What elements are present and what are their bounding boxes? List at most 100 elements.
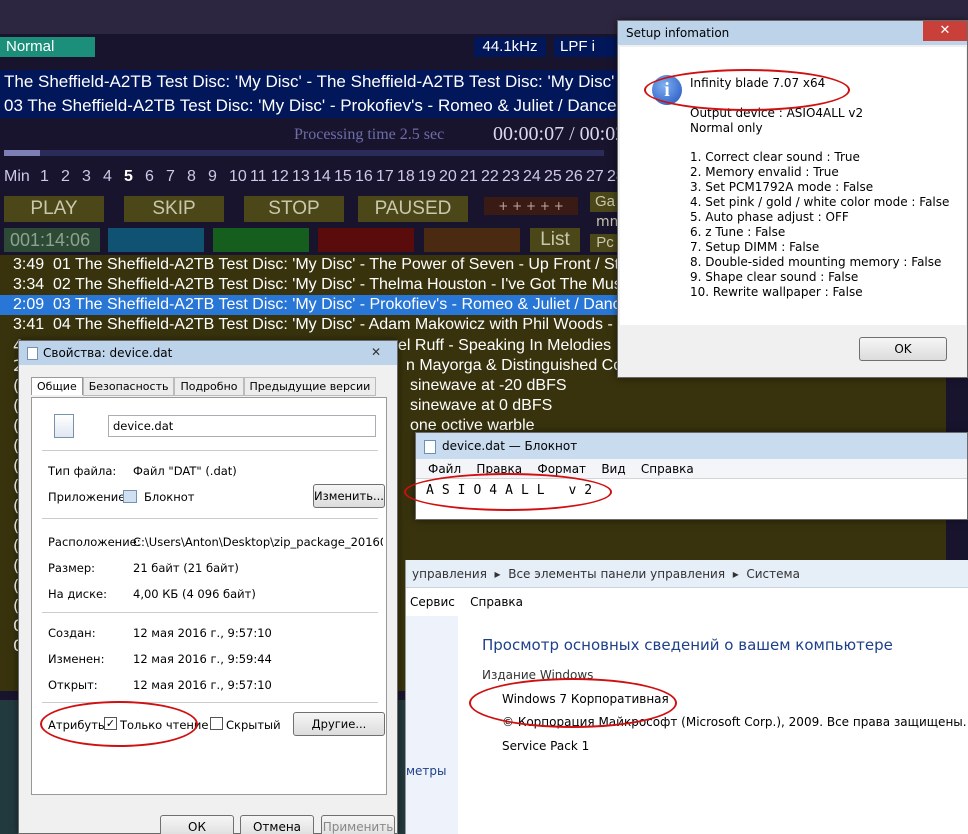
setup-titlebar[interactable]: Setup infomation: [618, 21, 967, 45]
track-num-7[interactable]: 7: [166, 168, 187, 186]
breadcrumb-item[interactable]: Все элементы панели управления: [508, 567, 725, 581]
close-icon[interactable]: ✕: [363, 343, 389, 361]
file-icon: [27, 347, 38, 360]
track-num-16[interactable]: 16: [355, 168, 376, 186]
tab-previous-versions[interactable]: Предыдущие версии: [243, 377, 377, 396]
color-button-green[interactable]: [213, 228, 309, 252]
system-sidebar: метры: [406, 616, 458, 834]
tab-details[interactable]: Подробно: [174, 377, 244, 396]
track-title: 04 The Sheffield-A2TB Test Disc: 'My Dis…: [53, 316, 636, 333]
track-num-22[interactable]: 22: [481, 168, 502, 186]
location-label: Расположение:: [48, 535, 141, 549]
track-num-14[interactable]: 14: [313, 168, 334, 186]
track-num-25[interactable]: 25: [544, 168, 565, 186]
paused-button[interactable]: PAUSED: [358, 196, 468, 222]
track-num-13[interactable]: 13: [292, 168, 313, 186]
notepad-icon: [123, 490, 137, 503]
type-value: Файл "DAT" (.dat): [133, 464, 237, 478]
color-button-brown[interactable]: [424, 228, 520, 252]
hidden-checkbox[interactable]: [210, 717, 223, 730]
setup-title: Setup infomation: [626, 26, 730, 40]
modified-label: Изменен:: [48, 652, 105, 666]
gain-button[interactable]: Ga: [590, 192, 620, 212]
track-num-5[interactable]: 5: [124, 168, 145, 186]
track-num-26[interactable]: 26: [565, 168, 586, 186]
notepad-icon: [424, 439, 436, 454]
pc-button[interactable]: Pc: [590, 234, 620, 252]
track-num-11[interactable]: 11: [250, 168, 271, 186]
highlight-ellipse: [40, 701, 198, 747]
menu-service[interactable]: Сервис: [410, 595, 455, 609]
modified-value: 12 мая 2016 г., 9:59:44: [133, 652, 272, 666]
menu-file[interactable]: Файл: [428, 462, 461, 476]
track-num-24[interactable]: 24: [523, 168, 544, 186]
type-label: Тип файла:: [48, 464, 117, 478]
setup-ok-button[interactable]: OK: [859, 337, 947, 361]
track-num-10[interactable]: 10: [229, 168, 250, 186]
track-title: 03 The Sheffield-A2TB Test Disc: 'My Dis…: [53, 296, 630, 313]
created-value: 12 мая 2016 г., 9:57:10: [133, 626, 272, 640]
breadcrumb[interactable]: управления ▸ Все элементы панели управле…: [406, 560, 968, 588]
tab-general[interactable]: Общие: [31, 377, 83, 395]
stop-button[interactable]: STOP: [244, 196, 344, 222]
track-num-8[interactable]: 8: [187, 168, 208, 186]
track-num-6[interactable]: 6: [145, 168, 166, 186]
track-num-1[interactable]: 1: [40, 168, 61, 186]
filename-field[interactable]: device.dat: [108, 415, 376, 437]
other-attributes-button[interactable]: Другие...: [293, 712, 385, 736]
disk-label: На диске:: [48, 587, 107, 601]
track-num-20[interactable]: 20: [439, 168, 460, 186]
progress-track[interactable]: [4, 150, 604, 156]
title-line-1: The Sheffield-A2TB Test Disc: 'My Disc' …: [0, 70, 618, 94]
sidebar-link[interactable]: метры: [406, 764, 447, 778]
track-num-17[interactable]: 17: [376, 168, 397, 186]
apply-button[interactable]: Применить: [321, 815, 395, 834]
menu-view[interactable]: Вид: [601, 462, 625, 476]
breadcrumb-item[interactable]: управления: [412, 567, 487, 581]
menu-help[interactable]: Справка: [641, 462, 694, 476]
location-value: C:\Users\Anton\Desktop\zip_package_20160…: [133, 535, 383, 549]
track-num-2[interactable]: 2: [61, 168, 82, 186]
track-num-12[interactable]: 12: [271, 168, 292, 186]
track-duration: 3:41: [13, 316, 45, 333]
play-button[interactable]: PLAY: [4, 196, 104, 222]
cancel-button[interactable]: Отмена: [240, 815, 314, 834]
divider: [42, 450, 378, 451]
tab-security[interactable]: Безопасность: [82, 377, 175, 396]
notepad-titlebar[interactable]: device.dat — Блокнот: [416, 433, 967, 459]
track-title: 02 The Sheffield-A2TB Test Disc: 'My Dis…: [53, 276, 626, 293]
track-num-23[interactable]: 23: [502, 168, 523, 186]
list-button[interactable]: List: [530, 228, 580, 252]
skip-button[interactable]: SKIP: [124, 196, 224, 222]
track-num-27[interactable]: 27: [586, 168, 607, 186]
plus-indicator[interactable]: + + + + +: [484, 197, 578, 215]
setup-item: 6. z Tune : False: [690, 225, 786, 239]
playlist-fragment: el Ruff - Speaking In Melodies: [398, 337, 612, 354]
track-num-9[interactable]: 9: [208, 168, 229, 186]
color-button-red[interactable]: [318, 228, 414, 252]
mode-display[interactable]: Normal: [0, 37, 95, 57]
menu-help[interactable]: Справка: [470, 595, 523, 609]
setup-item: 8. Double-sided mounting memory : False: [690, 255, 942, 269]
track-num-4[interactable]: 4: [103, 168, 124, 186]
setup-dialog: Setup infomation ✕ i Infinity blade 7.07…: [617, 20, 968, 378]
system-menubar: Сервис Справка: [406, 588, 968, 616]
setup-item: 7. Setup DIMM : False: [690, 240, 820, 254]
breadcrumb-item[interactable]: Система: [746, 567, 800, 581]
notepad-window: device.dat — Блокнот Файл Правка Формат …: [404, 432, 968, 520]
track-num-21[interactable]: 21: [460, 168, 481, 186]
track-num-15[interactable]: 15: [334, 168, 355, 186]
playlist-fragment: sinewave at 0 dBFS: [410, 397, 553, 414]
ok-button[interactable]: ОК: [160, 815, 234, 834]
playlist-fragment: sinewave at -20 dBFS: [410, 377, 567, 394]
color-button-blue[interactable]: [108, 228, 204, 252]
progress-fill: [4, 150, 40, 156]
change-button[interactable]: Изменить...: [313, 484, 385, 508]
track-num-19[interactable]: 19: [418, 168, 439, 186]
track-num-18[interactable]: 18: [397, 168, 418, 186]
track-num-3[interactable]: 3: [82, 168, 103, 186]
setup-mode: Normal only: [690, 121, 763, 135]
properties-titlebar[interactable]: Свойства: device.dat: [19, 341, 397, 365]
close-icon[interactable]: ✕: [923, 21, 967, 41]
chevron-right-icon: ▸: [728, 567, 743, 581]
